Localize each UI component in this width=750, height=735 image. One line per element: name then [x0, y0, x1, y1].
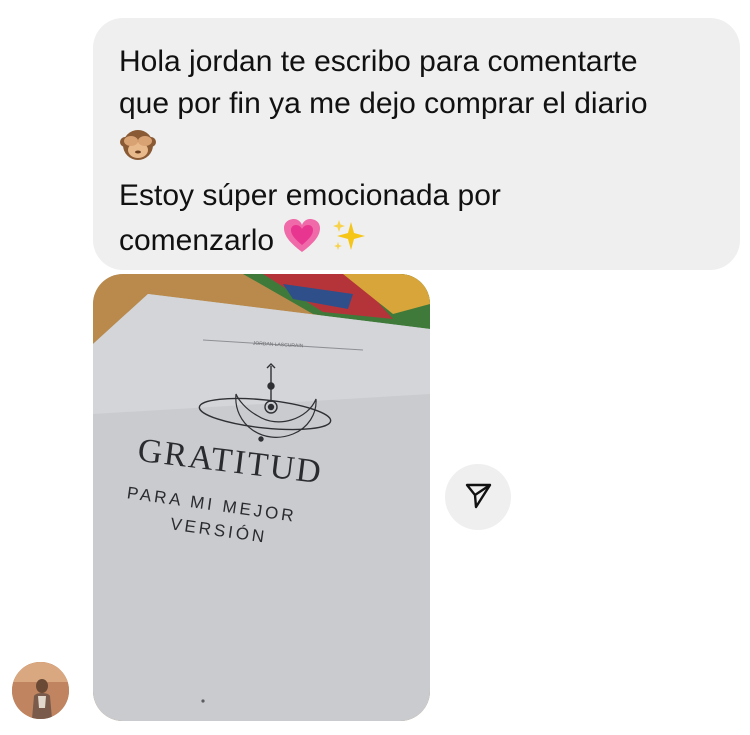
message-line-1: Hola jordan te escribo para comentarte: [119, 45, 638, 78]
message-line-5: comenzarlo: [119, 217, 714, 267]
message-bubble[interactable]: Hola jordan te escribo para comentarte q…: [93, 18, 740, 270]
growing-heart-icon: [282, 217, 322, 267]
shared-photo[interactable]: JORDAN LASCURAIN GRATITUD PARA MI MEJOR …: [93, 274, 430, 721]
paper-plane-icon: [463, 480, 493, 515]
message-line-3: [119, 125, 714, 175]
message-line-2: que por fin ya me dejo comprar el diario: [119, 87, 648, 120]
message-line-5-text: comenzarlo: [119, 223, 275, 257]
sparkles-icon: [331, 218, 367, 266]
see-no-evil-monkey-icon: [119, 125, 157, 175]
share-button[interactable]: [445, 464, 511, 530]
avatar[interactable]: [12, 662, 69, 719]
message-line-4: Estoy súper emocionada por: [119, 179, 501, 212]
